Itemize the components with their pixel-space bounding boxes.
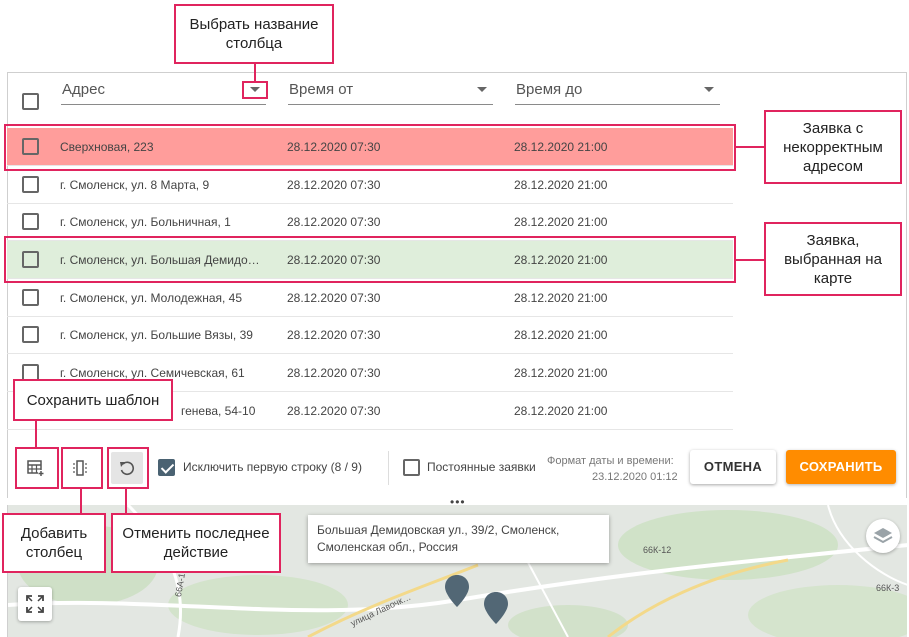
- exclude-first-row-checkbox[interactable]: [158, 459, 175, 476]
- map-marker-icon[interactable]: [484, 592, 508, 626]
- time-from-cell: 28.12.2020 07:30: [287, 178, 381, 192]
- callout-connector: [736, 259, 764, 261]
- column-select-time-from[interactable]: Время от: [288, 73, 493, 105]
- column-label: Время от: [289, 81, 354, 98]
- road-label: 66К-3: [876, 583, 900, 593]
- permanent-orders-label: Постоянные заявки: [427, 460, 536, 474]
- save-button[interactable]: СОХРАНИТЬ: [786, 450, 896, 484]
- row-checkbox[interactable]: [22, 176, 39, 193]
- table-row[interactable]: г. Смоленск, ул. Большие Вязы, 39 28.12.…: [7, 316, 733, 354]
- chevron-down-icon[interactable]: [477, 87, 487, 92]
- callout-undo: Отменить последнее действие: [111, 513, 281, 573]
- address-cell: г. Смоленск, ул. Больничная, 1: [60, 215, 231, 229]
- fullscreen-button[interactable]: [18, 587, 52, 621]
- layers-button[interactable]: [866, 519, 900, 553]
- callout-selected-on-map: Заявка, выбранная на карте: [764, 222, 902, 296]
- callout-choose-column: Выбрать название столбца: [174, 4, 334, 64]
- select-all-checkbox[interactable]: [22, 93, 39, 110]
- date-format-label: Формат даты и времени:: [547, 455, 674, 467]
- row-checkbox[interactable]: [22, 213, 39, 230]
- callout-connector: [125, 489, 127, 513]
- callout-connector: [35, 421, 37, 447]
- address-cell: г. Смоленск, ул. Молодежная, 45: [60, 291, 243, 305]
- permanent-orders-checkbox[interactable]: [403, 459, 420, 476]
- table-row[interactable]: г. Смоленск, ул. 8 Марта, 9 28.12.2020 0…: [7, 166, 733, 204]
- time-to-cell: 28.12.2020 21:00: [514, 366, 608, 380]
- time-to-cell: 28.12.2020 21:00: [514, 404, 608, 418]
- time-to-cell: 28.12.2020 21:00: [514, 178, 608, 192]
- time-from-cell: 28.12.2020 07:30: [287, 366, 381, 380]
- row-checkbox[interactable]: [22, 326, 39, 343]
- column-label: Время до: [516, 81, 583, 98]
- callout-connector: [736, 146, 764, 148]
- time-to-cell: 28.12.2020 21:00: [514, 328, 608, 342]
- highlight-save-template: [15, 447, 59, 489]
- map-tooltip: Большая Демидовская ул., 39/2, Смоленск,…: [308, 515, 609, 563]
- highlight-column-caret: [242, 81, 268, 99]
- exclude-first-row-label: Исключить первую строку (8 / 9): [183, 460, 362, 474]
- highlight-invalid-row: [4, 124, 736, 171]
- time-from-cell: 28.12.2020 07:30: [287, 215, 381, 229]
- callout-connector: [254, 64, 256, 82]
- highlight-selected-row: [4, 236, 736, 283]
- road-label: 66К-12: [643, 545, 672, 555]
- column-select-time-to[interactable]: Время до: [515, 73, 720, 105]
- divider: [388, 451, 389, 485]
- address-cell: г. Смоленск, ул. Большие Вязы, 39: [60, 328, 253, 342]
- callout-invalid-address: Заявка с некорректным адресом: [764, 110, 902, 184]
- address-cell: г. Смоленск, ул. Семичевская, 61: [60, 366, 245, 380]
- time-from-cell: 28.12.2020 07:30: [287, 291, 381, 305]
- callout-add-column: Добавить столбец: [2, 513, 106, 573]
- table-row[interactable]: г. Смоленск, ул. Молодежная, 45 28.12.20…: [7, 279, 733, 317]
- date-format-value: 23.12.2020 01:12: [592, 471, 678, 483]
- time-from-cell: 28.12.2020 07:30: [287, 328, 381, 342]
- address-cell: г. Смоленск, ул. 8 Марта, 9: [60, 178, 210, 192]
- fullscreen-icon: [26, 595, 44, 613]
- time-to-cell: 28.12.2020 21:00: [514, 215, 608, 229]
- map-marker-icon[interactable]: [445, 575, 469, 609]
- chevron-down-icon[interactable]: [704, 87, 714, 92]
- cancel-button[interactable]: ОТМЕНА: [690, 450, 776, 484]
- callout-connector: [80, 489, 82, 513]
- highlight-undo: [107, 447, 149, 489]
- callout-save-template: Сохранить шаблон: [13, 379, 173, 421]
- column-select-address[interactable]: Адрес: [61, 73, 266, 105]
- row-checkbox[interactable]: [22, 289, 39, 306]
- time-from-cell: 28.12.2020 07:30: [287, 404, 381, 418]
- time-to-cell: 28.12.2020 21:00: [514, 291, 608, 305]
- highlight-add-column: [61, 447, 103, 489]
- column-label: Адрес: [62, 81, 105, 98]
- layers-icon: [873, 528, 893, 544]
